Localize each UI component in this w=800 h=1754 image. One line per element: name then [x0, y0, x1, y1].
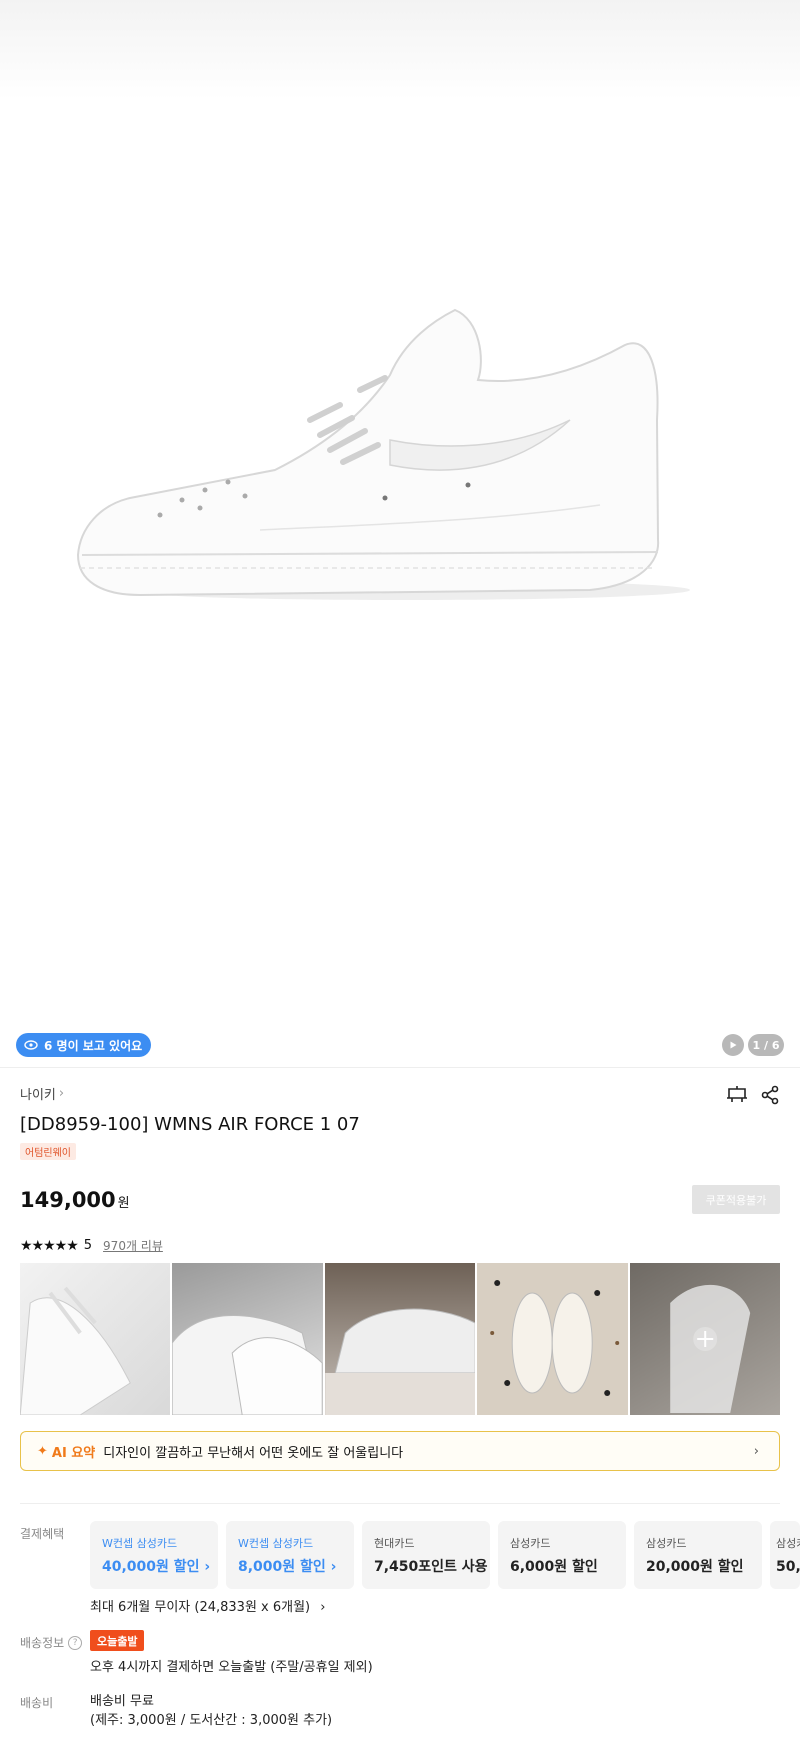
shipping-text: 오후 4시까지 결제하면 오늘출발 (주말/공휴일 제외) — [90, 1660, 373, 1675]
sparkle-icon: ✦ — [37, 1443, 48, 1459]
payment-card[interactable]: 삼성카드 50,000원 할인 — [770, 1521, 800, 1589]
review-photo-image — [490, 1280, 620, 1396]
price: 149,000 원 — [20, 1188, 130, 1212]
today-shipping-badge: 오늘출발 — [90, 1630, 145, 1651]
divider — [0, 1067, 800, 1068]
card-name: 삼성카드 — [776, 1537, 800, 1550]
price-currency: 원 — [117, 1196, 130, 1211]
price-value: 149,000 — [20, 1188, 116, 1212]
payment-card[interactable]: 현대카드 7,450포인트 사용 — [362, 1521, 490, 1589]
seller-tag: 어텀린웨이 — [20, 1143, 76, 1160]
chevron-right-icon: › — [320, 1600, 326, 1615]
shipping-fee: 배송비 무료 (제주: 3,000원 / 도서산간 : 3,000원 추가) — [90, 1692, 332, 1730]
ai-summary-label: AI 요약 — [51, 1445, 96, 1461]
review-photo[interactable] — [324, 1263, 476, 1415]
review-photo-image — [172, 1315, 323, 1415]
rating-row: ★★★★★ 5 970개 리뷰 — [20, 1237, 163, 1254]
play-icon — [730, 1041, 737, 1049]
product-title: [DD8959-100] WMNS AIR FORCE 1 07 — [20, 1114, 360, 1135]
fee-line-2: (제주: 3,000원 / 도서산간 : 3,000원 추가) — [90, 1713, 333, 1728]
hero-top-fade — [0, 0, 800, 100]
star-rating-icon: ★★★★★ — [20, 1237, 79, 1254]
eye-icon — [24, 1040, 38, 1050]
card-name: 삼성카드 — [510, 1537, 551, 1550]
review-thumbnails — [20, 1263, 781, 1415]
card-name: 삼성카드 — [646, 1537, 687, 1550]
product-actions — [726, 1085, 780, 1105]
ai-summary-bar[interactable]: ✦ AI 요약 디자인이 깔끔하고 무난해서 어떤 옷에도 잘 어울립니다 › — [20, 1431, 780, 1471]
brand-link[interactable]: 나이키 › — [20, 1084, 64, 1103]
review-photo-image — [325, 1308, 476, 1415]
payment-card[interactable]: 삼성카드 20,000원 할인 — [634, 1521, 762, 1589]
card-name: W컨셉 삼성카드 — [238, 1537, 314, 1550]
coupon-button[interactable]: 쿠폰적용불가 — [692, 1185, 780, 1214]
shipping-label-wrap: 배송정보 ? — [20, 1634, 83, 1651]
review-photo[interactable] — [20, 1263, 171, 1415]
shipping-label: 배송정보 — [20, 1636, 65, 1650]
card-name: 현대카드 — [374, 1537, 415, 1550]
installment-link[interactable]: 최대 6개월 무이자 (24,833원 x 6개월) › — [90, 1596, 325, 1615]
review-photo[interactable] — [477, 1263, 628, 1415]
payment-cards: W컨셉 삼성카드 40,000원 할인 › W컨셉 삼성카드 8,000원 할인… — [90, 1521, 800, 1589]
share-icon[interactable] — [760, 1085, 780, 1105]
card-benefit: 7,450포인트 사용 — [374, 1559, 488, 1575]
payment-label: 결제혜택 — [20, 1527, 65, 1541]
fee-line-1: 배송비 무료 — [90, 1694, 154, 1709]
installment-text: 최대 6개월 무이자 (24,833원 x 6개월) — [90, 1600, 311, 1615]
review-photo-more[interactable] — [629, 1263, 781, 1415]
viewers-text: 6 명이 보고 있어요 — [44, 1038, 143, 1053]
product-hero-image[interactable] — [0, 0, 800, 1020]
payment-card[interactable]: W컨셉 삼성카드 8,000원 할인 › — [226, 1521, 354, 1589]
review-photo[interactable] — [172, 1263, 323, 1415]
payment-card[interactable]: W컨셉 삼성카드 40,000원 할인 › — [90, 1521, 218, 1589]
card-benefit: 8,000원 할인 › — [238, 1559, 337, 1575]
brand-name: 나이키 — [20, 1088, 56, 1103]
card-name: W컨셉 삼성카드 — [102, 1537, 178, 1550]
rating-score: 5 — [83, 1238, 93, 1253]
hanger-icon[interactable] — [726, 1085, 748, 1105]
ai-summary-text: 디자인이 깔끔하고 무난해서 어떤 옷에도 잘 어울립니다 — [103, 1445, 404, 1461]
chevron-right-icon: › — [58, 1086, 65, 1101]
ai-summary-label-wrap: ✦ AI 요약 — [37, 1442, 95, 1461]
chevron-right-icon: › — [753, 1443, 759, 1459]
sneaker-image — [76, 308, 690, 600]
card-benefit: 20,000원 할인 — [646, 1559, 744, 1575]
review-count-link[interactable]: 970개 리뷰 — [103, 1237, 163, 1254]
review-photo-image — [20, 1286, 131, 1415]
review-photo-image — [669, 1284, 750, 1413]
viewers-badge: 6 명이 보고 있어요 — [16, 1033, 152, 1057]
divider — [20, 1503, 780, 1504]
card-benefit: 40,000원 할인 › — [102, 1559, 211, 1575]
card-benefit: 50,000원 할인 — [776, 1559, 800, 1575]
play-button[interactable] — [722, 1034, 744, 1056]
fee-label: 배송비 — [20, 1696, 54, 1710]
payment-card[interactable]: 삼성카드 6,000원 할인 — [498, 1521, 626, 1589]
image-counter: 1 / 6 — [748, 1034, 784, 1056]
card-benefit: 6,000원 할인 — [510, 1559, 598, 1575]
help-icon[interactable]: ? — [68, 1635, 83, 1650]
